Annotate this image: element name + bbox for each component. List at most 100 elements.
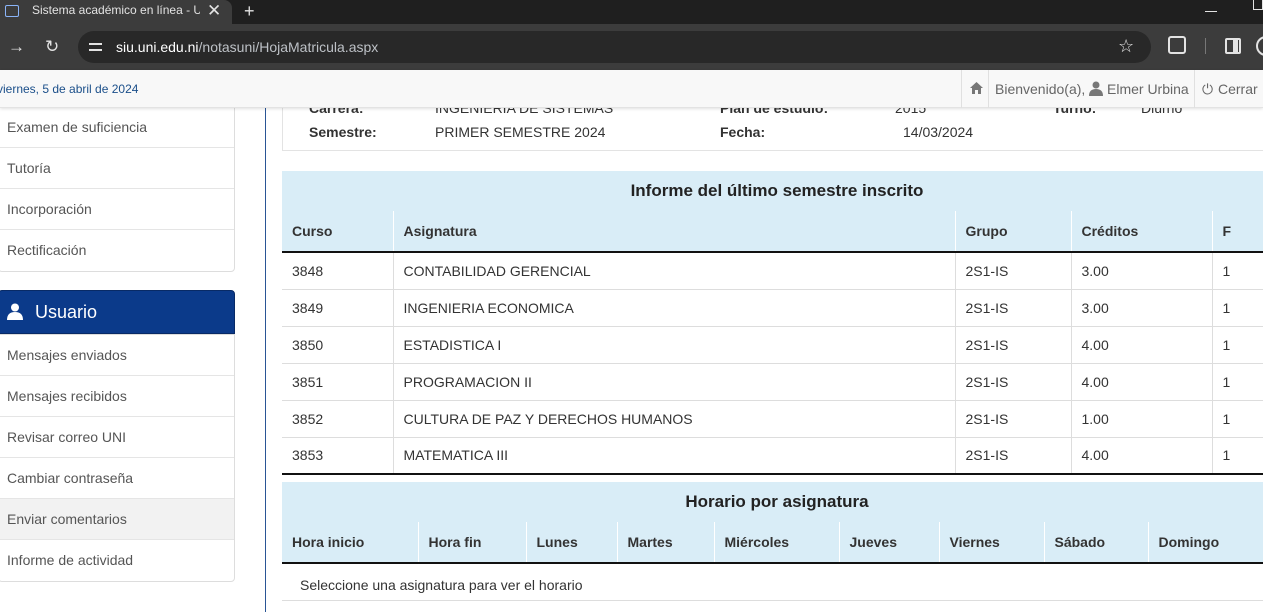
- menu-item-cambiar-contrasena[interactable]: Cambiar contraseña: [0, 458, 234, 499]
- column-header-miercoles: Miércoles: [714, 522, 840, 564]
- url-path: /notasuni/HojaMatricula.aspx: [198, 39, 379, 55]
- user-name[interactable]: Elmer Urbina: [1107, 81, 1189, 97]
- column-header-grupo: Grupo: [955, 211, 1072, 253]
- logout-label: Cerrar: [1218, 81, 1258, 97]
- toolbar-separator: [1205, 38, 1206, 54]
- column-header-asignatura: Asignatura: [393, 211, 956, 253]
- content-divider: [265, 108, 266, 612]
- side-panel-icon[interactable]: [1225, 38, 1241, 54]
- site-info-icon[interactable]: [88, 39, 104, 55]
- tab-title: Sistema académico en línea - UNI: [32, 3, 200, 17]
- table-row[interactable]: 3852 CULTURA DE PAZ Y DERECHOS HUMANOS 2…: [282, 400, 1263, 438]
- cell-curso: 3852: [282, 400, 394, 438]
- menu-item-revisar-correo[interactable]: Revisar correo UNI: [0, 417, 234, 458]
- browser-tab-strip: Sistema académico en línea - UNI ✕ +: [0, 0, 1263, 24]
- menu-item-mensajes-enviados[interactable]: Mensajes enviados: [0, 335, 234, 376]
- cell-f: 1: [1212, 437, 1263, 475]
- cell-curso: 3849: [282, 289, 394, 327]
- reload-icon[interactable]: ↻: [45, 37, 59, 57]
- cell-f: 1: [1212, 400, 1263, 438]
- courses-header-row: Curso Asignatura Grupo Créditos F: [282, 211, 1263, 253]
- schedule-panel-title: Horario por asignatura: [282, 482, 1263, 522]
- schedule-header-row: Hora inicio Hora fin Lunes Martes Miérco…: [282, 522, 1263, 564]
- cell-grupo: 2S1-IS: [955, 363, 1072, 401]
- menu-item-informe-actividad[interactable]: Informe de actividad: [0, 540, 234, 581]
- menu-item-enviar-comentarios[interactable]: Enviar comentarios: [0, 499, 234, 540]
- usuario-menu: Mensajes enviados Mensajes recibidos Rev…: [0, 334, 235, 582]
- cell-asignatura: CULTURA DE PAZ Y DERECHOS HUMANOS: [393, 400, 956, 438]
- table-row[interactable]: 3849 INGENIERIA ECONOMICA 2S1-IS 3.00 1: [282, 289, 1263, 327]
- cell-creditos: 1.00: [1071, 400, 1213, 438]
- column-header-sabado: Sábado: [1044, 522, 1149, 564]
- menu-item-mensajes-recibidos[interactable]: Mensajes recibidos: [0, 376, 234, 417]
- user-icon: [7, 303, 23, 320]
- menu-item-tutoria[interactable]: Tutoría: [0, 148, 234, 189]
- semestre-label: Semestre:: [309, 124, 377, 140]
- home-button[interactable]: [961, 70, 989, 108]
- usuario-panel-title: Usuario: [35, 302, 98, 322]
- cell-f: 1: [1212, 326, 1263, 364]
- table-row[interactable]: 3848 CONTABILIDAD GERENCIAL 2S1-IS 3.00 …: [282, 252, 1263, 290]
- menu-item-examen-suficiencia[interactable]: Examen de suficiencia: [0, 107, 234, 148]
- cell-grupo: 2S1-IS: [955, 326, 1072, 364]
- current-date: viernes, 5 de abril de 2024: [0, 82, 139, 96]
- new-tab-button[interactable]: +: [244, 0, 255, 22]
- academic-menu: Examen de suficiencia Tutoría Incorporac…: [0, 106, 235, 272]
- column-header-curso: Curso: [282, 211, 394, 253]
- column-header-creditos: Créditos: [1071, 211, 1213, 253]
- power-icon: ⏻: [1202, 81, 1214, 97]
- column-header-hora-fin: Hora fin: [418, 522, 527, 564]
- browser-tab[interactable]: Sistema académico en línea - UNI ✕: [0, 0, 232, 24]
- cell-curso: 3850: [282, 326, 394, 364]
- cell-curso: 3851: [282, 363, 394, 401]
- home-icon: [970, 82, 983, 94]
- bookmark-star-icon[interactable]: ☆: [1118, 36, 1134, 57]
- cell-asignatura: ESTADISTICA I: [393, 326, 956, 364]
- cell-curso: 3848: [282, 252, 394, 290]
- cell-creditos: 3.00: [1071, 289, 1213, 327]
- cell-asignatura: INGENIERIA ECONOMICA: [393, 289, 956, 327]
- cell-f: 1: [1212, 289, 1263, 327]
- minimize-window-icon[interactable]: [1205, 11, 1217, 12]
- logout-button[interactable]: ⏻ Cerrar: [1194, 70, 1263, 108]
- semestre-value: PRIMER SEMESTRE 2024: [435, 124, 606, 140]
- table-row[interactable]: 3853 MATEMATICA III 2S1-IS 4.00 1: [282, 437, 1263, 475]
- menu-item-rectificacion[interactable]: Rectificación: [0, 230, 234, 271]
- cell-asignatura: CONTABILIDAD GERENCIAL: [393, 252, 956, 290]
- column-header-hora-inicio: Hora inicio: [282, 522, 419, 564]
- address-bar[interactable]: siu.uni.edu.ni/notasuni/HojaMatricula.as…: [78, 31, 1151, 63]
- column-header-jueves: Jueves: [839, 522, 940, 564]
- cell-grupo: 2S1-IS: [955, 289, 1072, 327]
- cell-curso: 3853: [282, 437, 394, 475]
- extensions-icon[interactable]: [1168, 36, 1186, 54]
- schedule-empty-text: Seleccione una asignatura para ver el ho…: [300, 577, 583, 593]
- menu-item-incorporacion[interactable]: Incorporación: [0, 189, 234, 230]
- url-host: siu.uni.edu.ni: [116, 39, 199, 55]
- cell-grupo: 2S1-IS: [955, 437, 1072, 475]
- cell-creditos: 4.00: [1071, 437, 1213, 475]
- column-header-martes: Martes: [617, 522, 715, 564]
- courses-table: Curso Asignatura Grupo Créditos F 3848 C…: [282, 211, 1263, 475]
- table-row[interactable]: 3851 PROGRAMACION II 2S1-IS 4.00 1: [282, 363, 1263, 401]
- column-header-domingo: Domingo: [1148, 522, 1263, 564]
- cell-grupo: 2S1-IS: [955, 252, 1072, 290]
- cell-creditos: 3.00: [1071, 252, 1213, 290]
- fecha-label: Fecha:: [720, 124, 766, 140]
- url-text[interactable]: siu.uni.edu.ni/notasuni/HojaMatricula.as…: [116, 39, 378, 55]
- cell-asignatura: MATEMATICA III: [393, 437, 956, 475]
- browser-toolbar: → ↻ siu.uni.edu.ni/notasuni/HojaMatricul…: [0, 24, 1263, 70]
- sidebar: Examen de suficiencia Tutoría Incorporac…: [0, 106, 235, 612]
- usuario-panel-header[interactable]: Usuario: [0, 290, 235, 334]
- column-header-viernes: Viernes: [939, 522, 1045, 564]
- cell-asignatura: PROGRAMACION II: [393, 363, 956, 401]
- schedule-table: Hora inicio Hora fin Lunes Martes Miérco…: [282, 522, 1263, 564]
- maximize-window-icon[interactable]: [1253, 0, 1263, 10]
- cell-creditos: 4.00: [1071, 326, 1213, 364]
- table-row[interactable]: 3850 ESTADISTICA I 2S1-IS 4.00 1: [282, 326, 1263, 364]
- cell-creditos: 4.00: [1071, 363, 1213, 401]
- column-header-f: F: [1212, 211, 1263, 253]
- forward-icon[interactable]: →: [8, 37, 25, 57]
- tab-close-icon[interactable]: ✕: [207, 0, 221, 22]
- column-header-lunes: Lunes: [526, 522, 618, 564]
- fecha-value: 14/03/2024: [903, 124, 974, 140]
